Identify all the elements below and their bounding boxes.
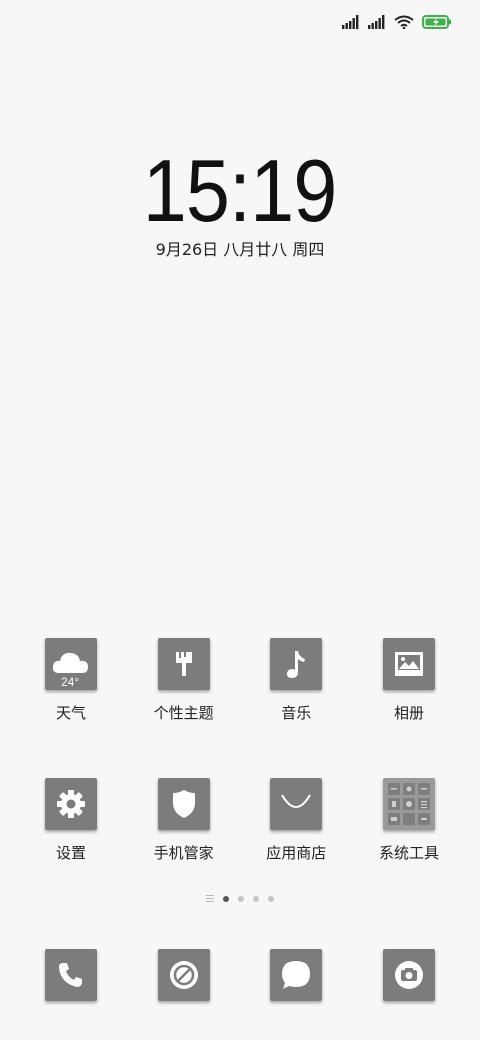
clock-time[interactable]: 15:19 xyxy=(0,140,480,242)
app-settings[interactable]: 设置 xyxy=(20,778,122,863)
browser-icon[interactable] xyxy=(157,949,210,1001)
app-label: 个性主题 xyxy=(153,704,214,722)
weather-temp: 24° xyxy=(61,675,80,689)
page-indicator[interactable] xyxy=(0,895,480,902)
message-icon[interactable] xyxy=(270,949,323,1001)
app-store-icon[interactable] xyxy=(270,778,323,830)
signal-icon xyxy=(368,15,385,29)
app-grid: 24° 天气 个性主题 音乐 相册 设置 手机管家 应用商店 系统工具 xyxy=(0,638,480,918)
gear-icon[interactable] xyxy=(45,778,97,830)
battery-charging-icon xyxy=(422,15,451,29)
page-dot[interactable] xyxy=(253,895,259,902)
app-theme[interactable]: 个性主题 xyxy=(133,638,235,723)
app-label: 应用商店 xyxy=(266,844,327,862)
status-bar xyxy=(342,10,452,34)
dock-camera[interactable] xyxy=(358,949,460,1001)
phone-icon[interactable] xyxy=(45,949,97,1001)
page-dot[interactable] xyxy=(268,895,274,902)
app-label: 设置 xyxy=(55,844,86,862)
app-row: 设置 手机管家 应用商店 系统工具 xyxy=(0,778,480,863)
shield-icon[interactable] xyxy=(157,778,210,830)
app-store[interactable]: 应用商店 xyxy=(245,778,347,863)
theme-brush-icon[interactable] xyxy=(157,638,210,690)
app-gallery[interactable]: 相册 xyxy=(358,638,460,723)
app-weather[interactable]: 24° 天气 xyxy=(20,638,122,723)
app-label: 系统工具 xyxy=(378,844,439,862)
app-folder-tools[interactable]: 系统工具 xyxy=(358,778,460,863)
app-row: 24° 天气 个性主题 音乐 相册 xyxy=(0,638,480,723)
dock xyxy=(0,949,480,1001)
dock-phone[interactable] xyxy=(20,949,122,1001)
app-label: 相册 xyxy=(393,704,424,722)
camera-icon[interactable] xyxy=(382,949,435,1001)
signal-icon xyxy=(342,15,359,29)
app-label: 天气 xyxy=(55,704,86,722)
page-dot[interactable] xyxy=(238,895,244,902)
music-note-icon[interactable] xyxy=(270,638,323,690)
menu-lines-icon[interactable] xyxy=(206,895,214,902)
dock-browser[interactable] xyxy=(133,949,235,1001)
app-security[interactable]: 手机管家 xyxy=(133,778,235,863)
folder-grid-icon[interactable] xyxy=(382,778,435,830)
app-label: 音乐 xyxy=(281,704,312,722)
weather-icon[interactable]: 24° xyxy=(45,638,97,690)
dock-messages[interactable] xyxy=(245,949,347,1001)
date-text[interactable]: 9月26日 八月廿八 周四 xyxy=(0,236,480,260)
app-label: 手机管家 xyxy=(153,844,214,862)
page-dot-active[interactable] xyxy=(223,895,229,902)
gallery-icon[interactable] xyxy=(382,638,435,690)
wifi-icon xyxy=(394,15,414,29)
app-music[interactable]: 音乐 xyxy=(245,638,347,723)
